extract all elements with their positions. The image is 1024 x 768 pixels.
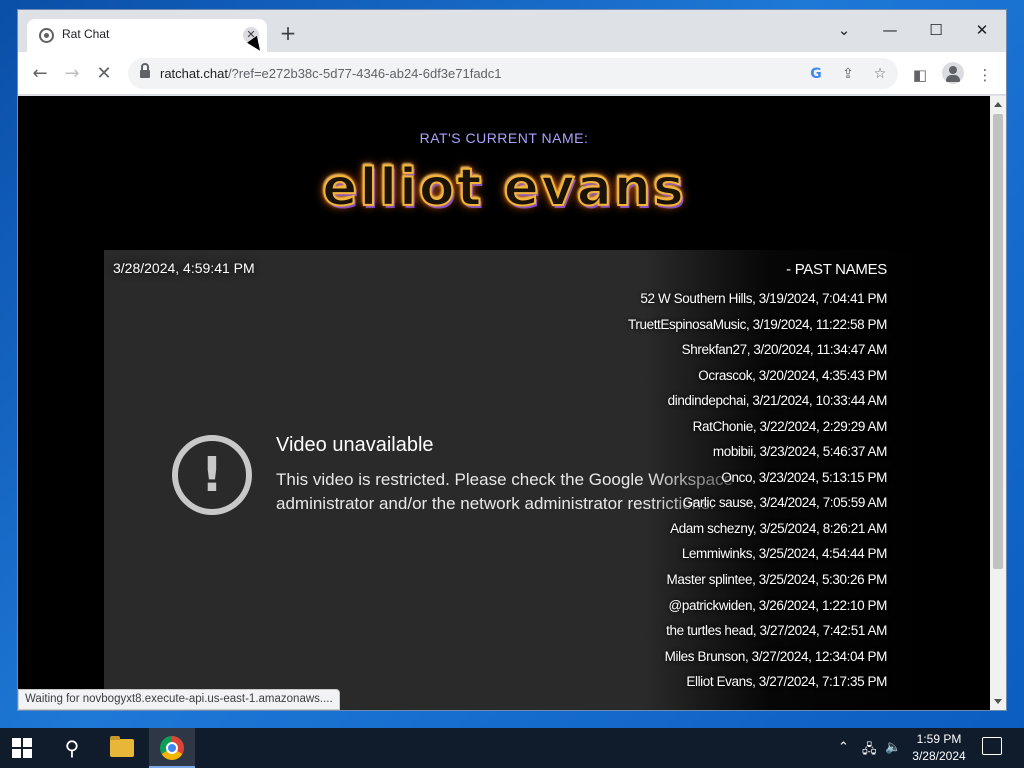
minimize-button[interactable]: — <box>868 16 912 44</box>
past-name-item: Shrekfan27, 3/20/2024, 11:34:47 AM <box>681 342 888 358</box>
show-hidden-icons-chevron-icon[interactable]: ⌃ <box>838 740 849 755</box>
past-names-header: - PAST NAMES <box>786 261 887 278</box>
past-name-item: TruettEspinosaMusic, 3/19/2024, 11:22:58… <box>628 316 887 332</box>
browser-toolbar: ← → ✕ ratchat.chat/?ref=e272b38c-5d77-43… <box>18 52 1006 95</box>
past-name-item: Lemmiwinks, 3/25/2024, 4:54:44 PM <box>681 546 888 562</box>
search-icon[interactable]: ⚲ <box>58 736 86 764</box>
profile-avatar-icon[interactable] <box>942 62 964 84</box>
address-bar[interactable]: ratchat.chat/?ref=e272b38c-5d77-4346-ab2… <box>128 58 898 89</box>
site-favicon-icon <box>39 28 54 43</box>
volume-muted-icon[interactable]: 🔈 <box>885 740 901 755</box>
file-explorer-icon[interactable] <box>110 736 134 757</box>
notification-center-icon[interactable] <box>982 737 1002 755</box>
menu-kebab-icon[interactable]: ⋮ <box>974 64 996 86</box>
current-name-flame-text: elliot evans <box>321 157 686 219</box>
system-clock[interactable]: 1:59 PM 3/28/2024 <box>900 731 978 765</box>
tab-rat-chat[interactable]: Rat Chat ✕ <box>27 19 267 52</box>
past-name-item: Garlic sause, 3/24/2024, 7:05:59 AM <box>682 495 888 511</box>
windows-start-icon[interactable] <box>12 738 32 758</box>
stop-loading-icon[interactable]: ✕ <box>91 61 117 87</box>
error-exclamation-icon: ! <box>172 435 252 515</box>
scroll-down-arrow-icon[interactable] <box>994 699 1002 704</box>
url-domain: ratchat.chat <box>160 66 228 81</box>
chrome-icon <box>160 736 184 760</box>
past-name-item: 52 W Southern Hills, 3/19/2024, 7:04:41 … <box>640 291 887 306</box>
url-path: /?ref=e272b38c-5d77-4346-ab24-6df3e71fad… <box>227 66 502 81</box>
back-arrow-icon[interactable]: ← <box>27 61 53 87</box>
past-name-item: RatChonie, 3/22/2024, 2:29:29 AM <box>692 418 888 434</box>
past-name-item: @patrickwiden, 3/26/2024, 1:22:10 PM <box>668 597 888 613</box>
past-name-item: dindindepchai, 3/21/2024, 10:33:44 AM <box>667 393 888 409</box>
forward-arrow-icon[interactable]: → <box>59 61 85 87</box>
scroll-thumb[interactable] <box>993 114 1003 569</box>
past-name-item: Elliot Evans, 3/27/2024, 7:17:35 PM <box>686 674 887 690</box>
url-text[interactable]: ratchat.chat/?ref=e272b38c-5d77-4346-ab2… <box>160 66 502 81</box>
tab-title: Rat Chat <box>62 27 110 41</box>
current-name-label: RAT'S CURRENT NAME: <box>419 130 589 146</box>
past-name-item: Miles Brunson, 3/27/2024, 12:34:04 PM <box>664 648 888 664</box>
clock-time: 1:59 PM <box>916 732 962 746</box>
chrome-taskbar-button[interactable] <box>149 728 195 768</box>
network-icon[interactable]: 🖧 <box>862 740 877 762</box>
lock-icon[interactable] <box>140 63 150 78</box>
tab-search-chevron-icon[interactable]: ⌄ <box>822 16 866 44</box>
close-window-button[interactable]: ✕ <box>960 16 1004 44</box>
past-name-item: mobibii, 3/23/2024, 5:46:37 AM <box>712 444 888 460</box>
side-panel-icon[interactable]: ◧ <box>909 64 931 86</box>
past-name-item: Ocrascok, 3/20/2024, 4:35:43 PM <box>698 367 887 383</box>
vertical-scrollbar[interactable] <box>990 96 1006 710</box>
past-name-item: the turtles head, 3/27/2024, 7:42:51 AM <box>666 623 887 639</box>
google-lens-icon[interactable]: G <box>806 64 826 84</box>
past-names-list: 52 W Southern Hills, 3/19/2024, 7:04:41 … <box>628 286 887 695</box>
bookmark-star-icon[interactable]: ☆ <box>870 64 890 84</box>
share-icon[interactable]: ⇪ <box>838 64 858 84</box>
page-viewport: RAT'S CURRENT NAME: elliot evans 3/28/20… <box>18 96 990 710</box>
loading-status-bubble: Waiting for novbogyxt8.execute-api.us-ea… <box>18 689 340 710</box>
video-timestamp: 3/28/2024, 4:59:41 PM <box>113 260 255 276</box>
maximize-button[interactable]: ☐ <box>914 16 958 44</box>
past-name-item: Onco, 3/23/2024, 5:13:15 PM <box>721 469 887 485</box>
past-name-item: Master splintee, 3/25/2024, 5:30:26 PM <box>666 572 888 588</box>
clock-date: 3/28/2024 <box>912 749 966 763</box>
past-name-item: Adam schezny, 3/25/2024, 8:26:21 AM <box>670 520 887 536</box>
windows-taskbar: ⚲ ⌃ 🖧 🔈 1:59 PM 3/28/2024 <box>0 728 1024 768</box>
video-error-title: Video unavailable <box>276 434 434 456</box>
new-tab-button[interactable]: + <box>278 23 298 44</box>
scroll-up-arrow-icon[interactable] <box>994 102 1002 107</box>
tab-strip: Rat Chat ✕ + ⌄ — ☐ ✕ <box>18 10 1006 52</box>
browser-window: Rat Chat ✕ + ⌄ — ☐ ✕ ← → ✕ ratchat.chat/… <box>18 10 1006 710</box>
